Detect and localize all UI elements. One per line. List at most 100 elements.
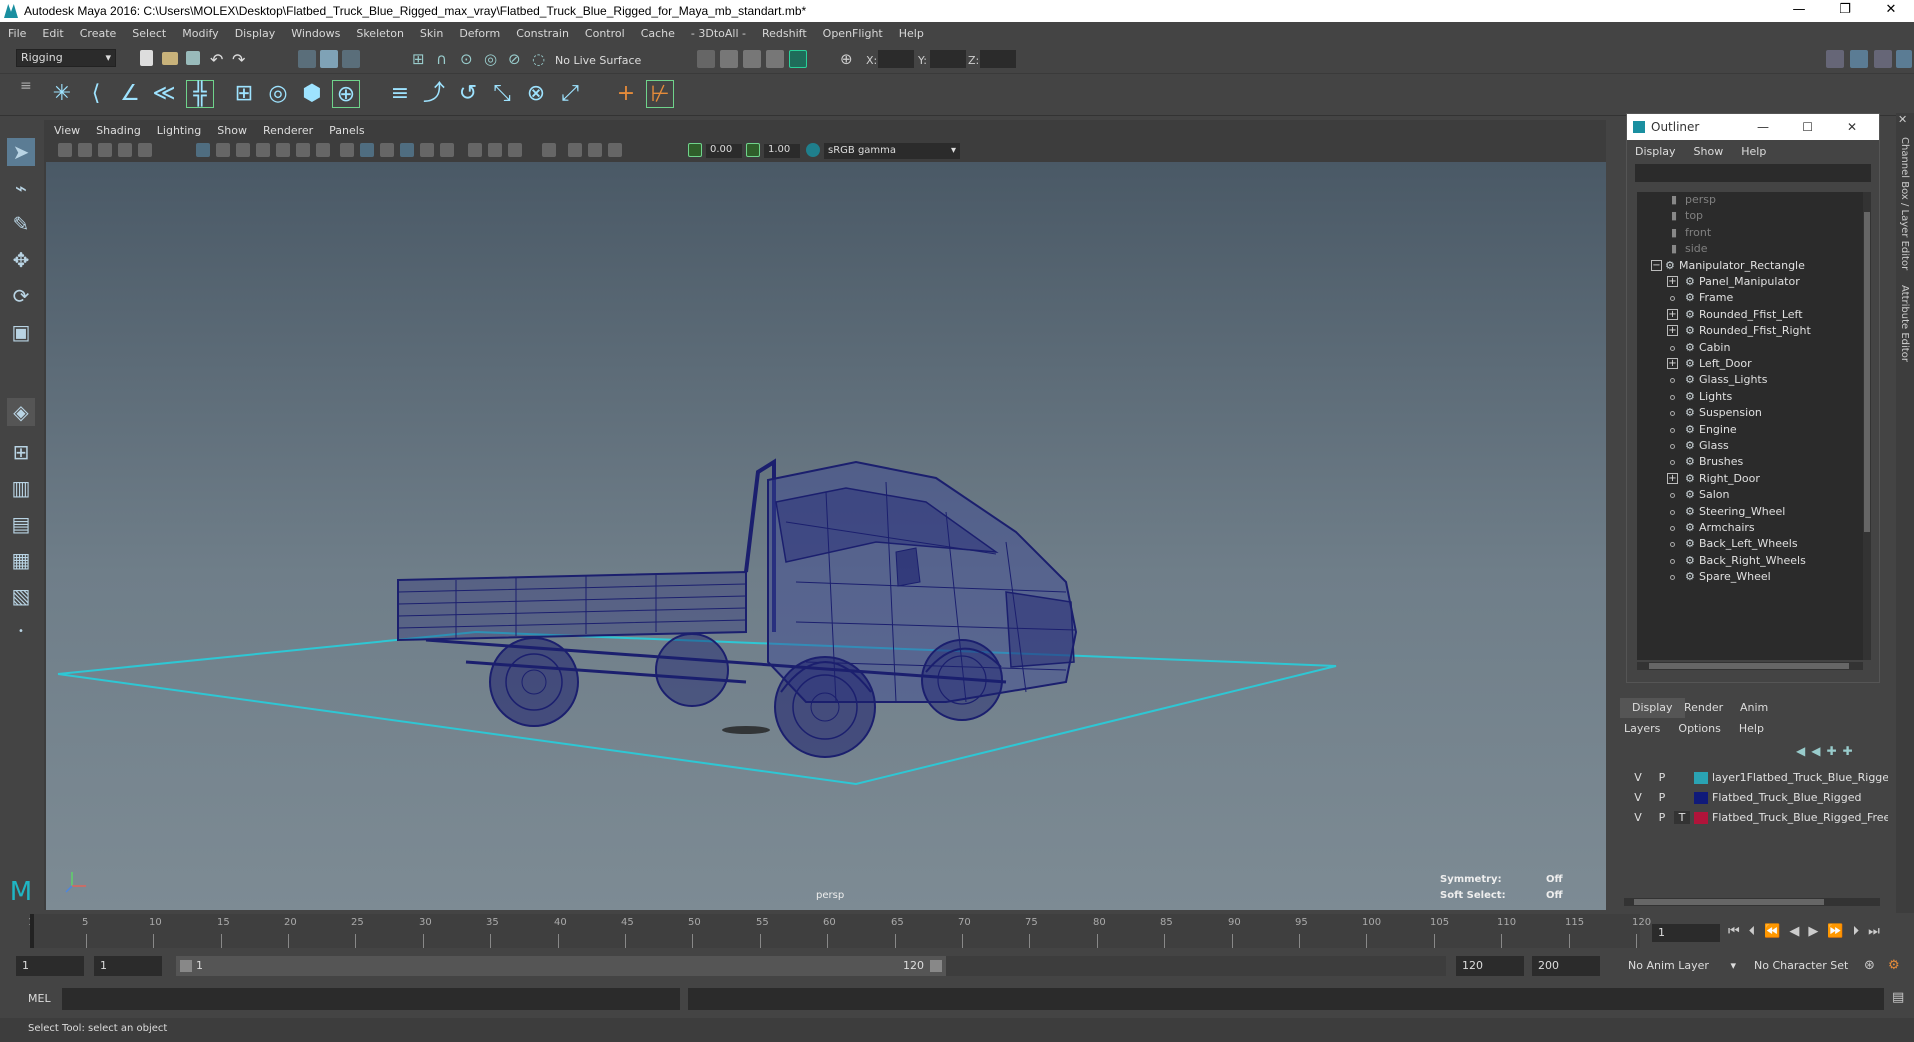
insert-joint-icon[interactable]: ⟨ xyxy=(82,80,110,108)
isolate-select-icon[interactable] xyxy=(542,143,556,157)
redo-icon[interactable]: ↷ xyxy=(232,50,250,69)
menuset-dropdown[interactable]: Rigging ▾ xyxy=(16,49,116,67)
close-icon[interactable]: ✕ xyxy=(1898,113,1907,126)
modeling-toolkit-icon[interactable] xyxy=(1826,50,1844,68)
anti-aliasing-icon[interactable] xyxy=(508,143,522,157)
layer-visibility-toggle[interactable]: V xyxy=(1630,771,1646,784)
auto-key-icon[interactable]: ⊛ xyxy=(1864,958,1875,973)
layer-row[interactable]: VPlayer1Flatbed_Truck_Blue_Rigged_H xyxy=(1618,768,1888,788)
collapse-icon[interactable]: − xyxy=(1651,259,1662,271)
viewport-menu-show[interactable]: Show xyxy=(217,124,247,137)
four-view-layout-icon[interactable]: ⊞ xyxy=(7,438,35,466)
xray-components-icon[interactable] xyxy=(608,143,622,157)
end-time-field[interactable]: 200 xyxy=(1532,956,1600,976)
ik-handle-icon[interactable]: ∠ xyxy=(116,80,144,108)
exposure-field[interactable]: 0.00 xyxy=(706,144,742,158)
gamma-icon[interactable] xyxy=(746,143,760,157)
go-to-start-icon[interactable]: ⏮ xyxy=(1728,924,1749,939)
gamma-field[interactable]: 1.00 xyxy=(764,144,800,158)
single-perspective-layout-icon[interactable]: ◈ xyxy=(7,398,35,426)
menu-skin[interactable]: Skin xyxy=(420,27,443,40)
snap-live-icon[interactable]: ⊘ xyxy=(508,50,526,68)
layer-menu-help[interactable]: Help xyxy=(1739,722,1764,735)
layer-playback-toggle[interactable]: P xyxy=(1654,771,1670,784)
layer-row[interactable]: V P Flatbed_Truck_Blue_Rigged xyxy=(1618,788,1886,808)
sculpt-deformer-icon[interactable]: ⤴ xyxy=(420,80,448,108)
tool-settings-toggle-icon[interactable] xyxy=(1874,50,1892,68)
animation-preferences-icon[interactable]: ⚙ xyxy=(1888,958,1900,973)
layer-visibility-toggle[interactable]: V xyxy=(1630,811,1646,824)
orient-joint-icon[interactable]: ╬ xyxy=(186,80,214,108)
ipr-render-icon[interactable] xyxy=(743,50,761,68)
select-component-icon[interactable] xyxy=(342,50,360,68)
transform-mode-icon[interactable]: ⊕ xyxy=(840,50,858,68)
ik-spline-icon[interactable]: ≪ xyxy=(150,80,178,108)
select-hierarchy-icon[interactable] xyxy=(298,50,316,68)
smooth-bind-icon[interactable]: ◎ xyxy=(264,80,292,108)
script-editor-icon[interactable]: ▤ xyxy=(1892,990,1904,1005)
image-plane-icon[interactable] xyxy=(118,143,132,157)
layer-color-swatch[interactable] xyxy=(1694,812,1708,824)
script-editor-layout-icon[interactable]: ▧ xyxy=(7,582,35,610)
menu-deform[interactable]: Deform xyxy=(459,27,500,40)
attribute-editor-toggle-icon[interactable] xyxy=(1850,50,1868,68)
lattice-icon[interactable]: ⬢ xyxy=(298,80,326,108)
layer-move-icons[interactable]: ◀◀✚✚ xyxy=(1796,744,1859,758)
layer-playback-toggle[interactable]: P xyxy=(1654,811,1670,824)
step-back-icon[interactable]: ⏴ xyxy=(1749,924,1765,939)
gate-mask-icon[interactable] xyxy=(256,143,270,157)
channel-box-toggle-icon[interactable] xyxy=(1896,50,1912,68)
menu-edit[interactable]: Edit xyxy=(42,27,63,40)
film-gate-icon[interactable] xyxy=(216,143,230,157)
restore-button[interactable]: ❐ xyxy=(1822,0,1868,22)
wire-deformer-icon[interactable]: ≡ xyxy=(386,80,414,108)
menu-skeleton[interactable]: Skeleton xyxy=(356,27,404,40)
maximize-button[interactable]: ☐ xyxy=(1802,120,1813,134)
viewport-menu-panels[interactable]: Panels xyxy=(329,124,364,137)
x-field[interactable] xyxy=(878,50,914,68)
layer-playback-toggle[interactable]: P xyxy=(1654,791,1670,804)
nonlinear-bend-icon[interactable]: ⤡ xyxy=(488,80,516,108)
live-surface-field[interactable]: No Live Surface xyxy=(555,54,641,67)
layer-display-type-toggle[interactable]: T xyxy=(1674,811,1690,824)
expand-icon[interactable]: + xyxy=(1667,472,1678,484)
range-end-handle[interactable] xyxy=(930,960,942,972)
expand-icon[interactable]: + xyxy=(1667,308,1678,320)
render-region-icon[interactable] xyxy=(697,50,715,68)
select-object-icon[interactable] xyxy=(320,50,338,68)
command-input[interactable] xyxy=(62,988,680,1010)
scrollbar-thumb[interactable] xyxy=(1649,663,1849,669)
persp-outliner-layout-icon[interactable]: ▥ xyxy=(7,474,35,502)
menu-create[interactable]: Create xyxy=(80,27,117,40)
range-slider[interactable]: 1 120 xyxy=(176,956,946,976)
save-scene-icon[interactable] xyxy=(186,51,200,65)
two-d-pan-icon[interactable] xyxy=(138,143,152,157)
step-forward-icon[interactable]: ⏵ xyxy=(1853,924,1869,939)
resolution-gate-icon[interactable] xyxy=(236,143,250,157)
menu-file[interactable]: File xyxy=(8,27,26,40)
start-time-field[interactable]: 1 xyxy=(16,956,84,976)
menu-control[interactable]: Control xyxy=(585,27,625,40)
play-back-icon[interactable]: ◀ xyxy=(1789,924,1808,939)
outliner-menu-help[interactable]: Help xyxy=(1741,145,1766,158)
menu-select[interactable]: Select xyxy=(132,27,166,40)
locator-icon[interactable]: + xyxy=(612,80,640,108)
render-frame-icon[interactable] xyxy=(720,50,738,68)
layer-row[interactable]: V P T Flatbed_Truck_Blue_Rigged_Freez xyxy=(1618,808,1888,828)
outliner-vertical-scrollbar[interactable] xyxy=(1863,192,1871,660)
snap-curve-icon[interactable]: ∩ xyxy=(436,50,454,68)
playback-end-field[interactable]: 120 xyxy=(1456,956,1524,976)
camera-attributes-icon[interactable] xyxy=(78,143,92,157)
lasso-tool-icon[interactable]: ⌁ xyxy=(7,174,35,202)
custom-layout-icon[interactable]: • xyxy=(7,618,35,646)
new-scene-icon[interactable] xyxy=(140,50,153,66)
outliner-menu-show[interactable]: Show xyxy=(1694,145,1724,158)
grid-toggle-icon[interactable] xyxy=(196,143,210,157)
use-all-lights-icon[interactable] xyxy=(420,143,434,157)
expand-icon[interactable]: + xyxy=(1667,276,1678,287)
paint-select-icon[interactable]: ✎ xyxy=(7,210,35,238)
tab-anim[interactable]: Anim xyxy=(1728,698,1780,718)
character-set-dropdown[interactable]: No Character Set xyxy=(1748,956,1860,976)
layer-color-swatch[interactable] xyxy=(1694,772,1708,784)
prev-key-icon[interactable]: ⏪ xyxy=(1764,924,1789,939)
